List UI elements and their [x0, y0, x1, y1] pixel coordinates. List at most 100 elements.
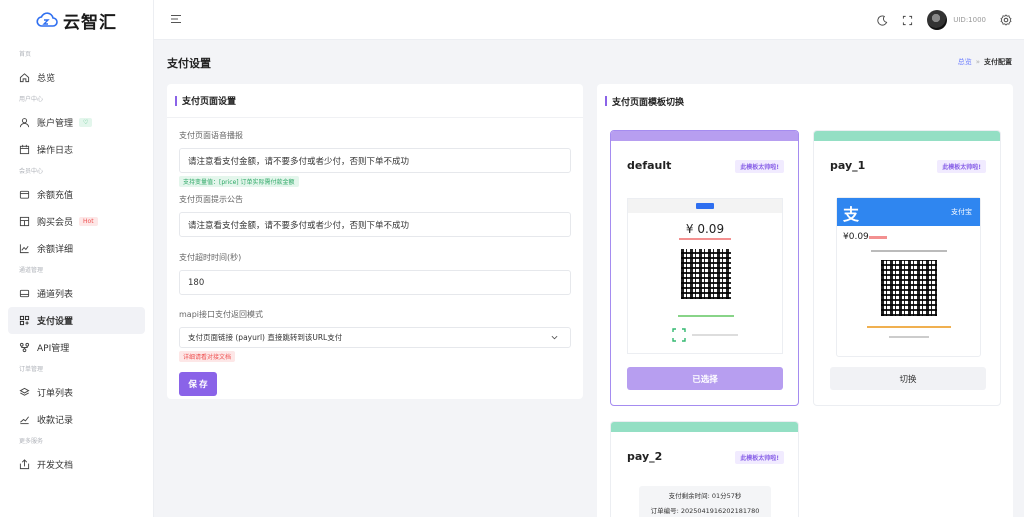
- nav-group-label: 订单管理: [19, 366, 44, 373]
- mapi-mode-label: mapi接口支付返回模式: [179, 310, 263, 319]
- mapi-mode-value: 支付页面链接 (payurl) 直接跳转到该URL支付: [188, 333, 343, 342]
- avatar[interactable]: [927, 10, 948, 30]
- topbar-actions: UID:1000: [877, 10, 1012, 30]
- breadcrumb: 总览» 支付配置: [958, 57, 1012, 67]
- preview-green-note: [678, 315, 734, 317]
- nav-group-label: 首页: [19, 51, 32, 58]
- sidebar-item-recharge[interactable]: 余额充值: [0, 181, 145, 208]
- sidebar: 云智汇 首页 总览 用户中心 账户管理 ♡ 操作日志 会员中心 余额充值 购买会…: [0, 0, 154, 517]
- drive-icon: [18, 288, 30, 300]
- template-tile-pay-1[interactable]: pay_1 此模板太帅啦! 支 支付宝 ¥0.09 切换: [813, 130, 1001, 406]
- timeout-input[interactable]: 180: [179, 270, 571, 295]
- preview-tip-line: [871, 250, 947, 252]
- wallet-icon: [18, 189, 30, 201]
- sidebar-item-label: 购买会员: [37, 218, 74, 228]
- template-tile-default[interactable]: default 此模板太帅啦! ¥ 0.09 已选择: [610, 130, 799, 406]
- sidebar-item-receipts[interactable]: 收款记录: [0, 406, 145, 433]
- logo[interactable]: 云智汇: [0, 0, 153, 40]
- card-title: 支付页面模板切换: [612, 97, 685, 108]
- sidebar-item-account[interactable]: 账户管理 ♡: [0, 109, 145, 136]
- fullscreen-icon[interactable]: [902, 15, 913, 26]
- sidebar-item-label: 收款记录: [37, 416, 74, 426]
- apps-icon: [18, 315, 30, 327]
- user-id[interactable]: UID:1000: [953, 16, 986, 24]
- qr-code: [881, 260, 937, 316]
- nav-group-label: 通道管理: [19, 267, 44, 274]
- sidebar-item-orders[interactable]: 订单列表: [0, 379, 145, 406]
- grid-icon: [18, 216, 30, 228]
- qr-code: [681, 249, 731, 299]
- topbar: UID:1000: [154, 0, 1024, 40]
- settings-form: 支付页面语音播报 请注意看支付金额，请不要多付或者少付，否则下单不成功 支持变量…: [167, 118, 583, 396]
- payment-settings-card: 支付页面设置 支付页面语音播报 请注意看支付金额，请不要多付或者少付，否则下单不…: [167, 84, 583, 399]
- home-icon: [18, 72, 30, 84]
- sidebar-item-channels[interactable]: 通道列表: [0, 280, 145, 307]
- sidebar-item-balance-detail[interactable]: 余额详细: [0, 235, 145, 262]
- nav-group-label: 用户中心: [19, 96, 44, 103]
- card-header: 支付页面设置: [167, 84, 583, 118]
- preview-header: [628, 199, 782, 213]
- template-name: default: [627, 159, 672, 172]
- sidebar-item-label: 总览: [37, 74, 56, 84]
- notice-input[interactable]: 请注意看支付金额，请不要多付或者少付，否则下单不成功: [179, 212, 571, 237]
- sidebar-item-label: 余额充值: [37, 191, 74, 201]
- notice-label: 支付页面提示公告: [179, 195, 243, 204]
- gear-icon[interactable]: [1000, 14, 1012, 26]
- mapi-mode-select[interactable]: 支付页面链接 (payurl) 直接跳转到该URL支付: [179, 327, 571, 348]
- sidebar-item-label: 余额详细: [37, 245, 74, 255]
- template-badge: 此模板太帅啦!: [735, 160, 784, 173]
- sidebar-nav: 首页 总览 用户中心 账户管理 ♡ 操作日志 会员中心 余额充值 购买会员 Ho…: [0, 40, 153, 478]
- alipay-header-text: 支付宝: [951, 208, 972, 216]
- tile-top-bar: [611, 422, 798, 432]
- template-name: pay_1: [830, 159, 866, 172]
- remaining-time: 支付剩余时间: 01分57秒: [668, 492, 742, 500]
- breadcrumb-separator: »: [975, 58, 980, 66]
- sidebar-item-label: 支付设置: [37, 317, 74, 327]
- sidebar-item-overview[interactable]: 总览: [0, 64, 145, 91]
- cloud-logo-icon: [36, 12, 58, 27]
- preview-red-note: [679, 238, 731, 240]
- preview-scan-text: [692, 334, 738, 336]
- switch-button[interactable]: 切换: [830, 367, 986, 390]
- preview-amount: ¥0.09: [843, 232, 869, 242]
- template-preview: 支 支付宝 ¥0.09: [836, 197, 981, 357]
- tile-top-bar: [611, 131, 798, 141]
- sidebar-item-label: 通道列表: [37, 290, 74, 300]
- user-icon: [18, 117, 30, 129]
- template-preview: ¥ 0.09: [627, 198, 783, 354]
- voice-label: 支付页面语音播报: [179, 131, 243, 140]
- accent-bar: [175, 95, 177, 106]
- alipay-logo-icon: 支: [843, 205, 860, 224]
- template-preview: 支付剩余时间: 01分57秒 订单编号: 2025041916202181780: [639, 486, 771, 517]
- dark-mode-moon-icon[interactable]: [877, 15, 888, 26]
- sidebar-item-buy-membership[interactable]: 购买会员 Hot: [0, 208, 145, 235]
- sidebar-item-api[interactable]: API管理: [0, 334, 145, 361]
- card-title: 支付页面设置: [182, 97, 237, 107]
- hot-badge: Hot: [79, 217, 98, 226]
- template-tile-pay-2[interactable]: pay_2 此模板太帅啦! 支付剩余时间: 01分57秒 订单编号: 20250…: [610, 421, 799, 517]
- selected-button[interactable]: 已选择: [627, 367, 783, 390]
- layers-icon: [18, 387, 30, 399]
- preview-gray-note: [889, 336, 929, 338]
- docs-tip: 详细请看对接文档: [179, 351, 236, 362]
- nav-group-label: 会员中心: [19, 168, 44, 175]
- template-name: pay_2: [627, 450, 663, 463]
- preview-amount: ¥ 0.09: [685, 222, 725, 236]
- sidebar-item-label: 订单列表: [37, 389, 74, 399]
- sidebar-item-payment-settings[interactable]: 支付设置: [8, 307, 145, 334]
- sidebar-item-dev-docs[interactable]: 开发文档: [0, 451, 145, 478]
- menu-toggle-icon[interactable]: [170, 14, 182, 24]
- calendar-icon: [18, 144, 30, 156]
- breadcrumb-home-link[interactable]: 总览: [958, 58, 972, 66]
- sidebar-item-logs[interactable]: 操作日志: [0, 136, 145, 163]
- record-icon: [18, 414, 30, 426]
- alipay-header: 支 支付宝: [837, 198, 980, 226]
- chevron-down-icon: [551, 335, 558, 340]
- page-title: 支付设置: [167, 57, 211, 70]
- voice-broadcast-input[interactable]: 请注意看支付金额，请不要多付或者少付，否则下单不成功: [179, 148, 571, 173]
- order-number: 订单编号: 2025041916202181780: [650, 507, 760, 515]
- save-button[interactable]: 保 存: [179, 372, 217, 396]
- breadcrumb-current: 支付配置: [984, 58, 1012, 66]
- scan-icon: [672, 328, 686, 342]
- sidebar-item-label: 操作日志: [37, 146, 74, 156]
